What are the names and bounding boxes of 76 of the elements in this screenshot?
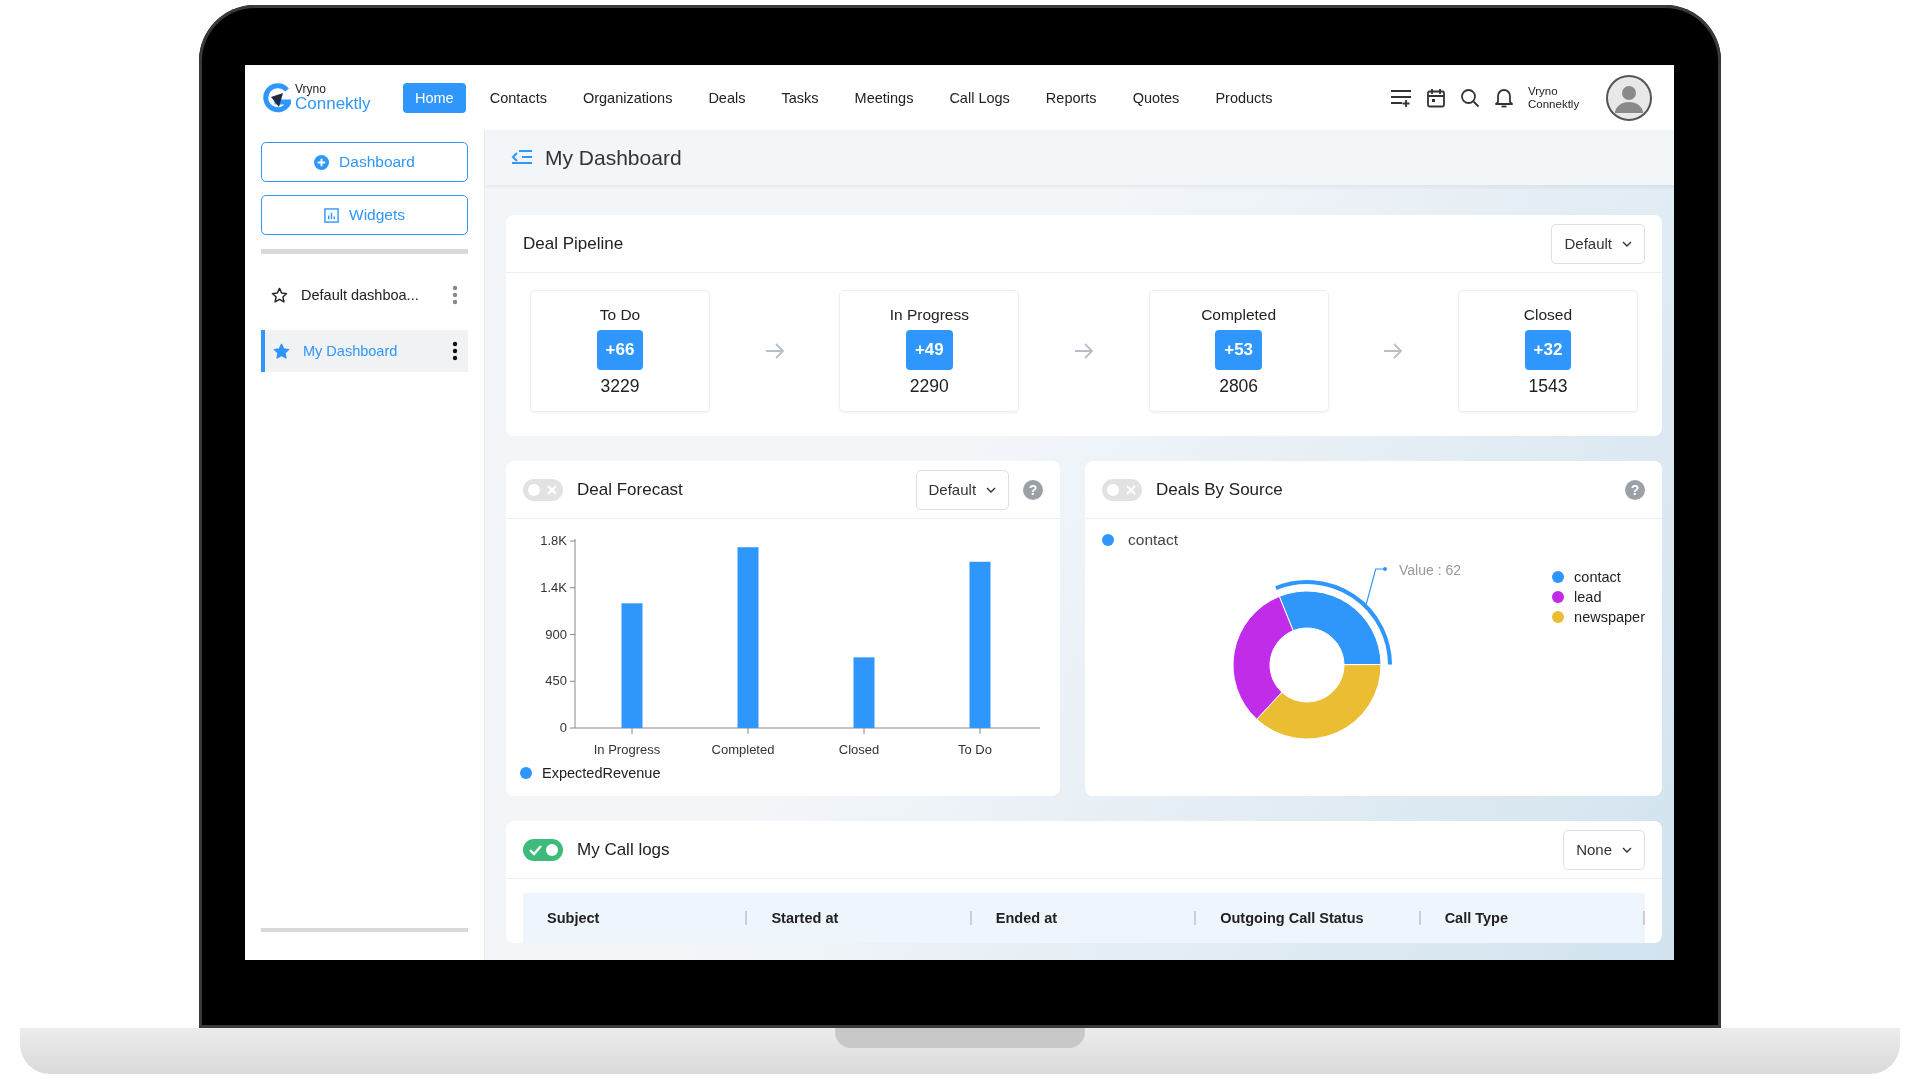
stage-count: 1543 (1528, 375, 1568, 397)
stage-label: To Do (599, 305, 641, 324)
collapse-menu-icon[interactable] (511, 148, 533, 167)
stage-count: 2290 (909, 375, 949, 397)
dropdown[interactable]: Default (915, 469, 1010, 510)
column-header[interactable]: Ended at (971, 911, 1197, 925)
axis-category-label: In Progress (593, 742, 661, 757)
bar-chart-icon (324, 207, 339, 223)
nav-tab[interactable]: Quotes (1120, 82, 1192, 113)
more-options-icon[interactable] (452, 341, 458, 361)
toggle-switch[interactable] (523, 838, 563, 861)
nav-tab[interactable]: Call Logs (937, 82, 1022, 113)
stage-count: 3229 (600, 375, 640, 397)
nav-tab[interactable]: Meetings (842, 82, 926, 113)
brand-name: Vryno (295, 83, 326, 95)
avatar[interactable] (1606, 74, 1652, 121)
value-label: Value : 62 (1399, 562, 1462, 578)
axis-category-label: Completed (711, 742, 775, 757)
axis-tick-label: 450 (545, 673, 567, 689)
dropdown[interactable]: Default (1551, 223, 1645, 264)
stage-delta: +53 (1215, 329, 1263, 370)
column-header[interactable]: Call Type (1420, 911, 1646, 925)
nav-tab[interactable]: Contacts (477, 82, 559, 113)
calendar-icon[interactable] (1426, 87, 1446, 108)
plus-circle-icon (314, 154, 330, 170)
bell-icon[interactable] (1494, 87, 1514, 108)
axis-category-label: Closed (838, 742, 880, 757)
user-name: Vryno Connektly (1528, 84, 1581, 111)
leader-line (1365, 567, 1388, 607)
nav-tab[interactable]: Products (1203, 82, 1285, 113)
list-add-icon[interactable] (1390, 88, 1412, 107)
stage-label: In Progress (889, 305, 969, 324)
toggle-switch[interactable] (1102, 478, 1143, 501)
nav-tab[interactable]: Deals (696, 82, 758, 113)
legend-label[interactable]: lead (1574, 589, 1602, 605)
axis-tick-label: 1.8K (540, 533, 567, 548)
axis-tick-label: 1.4K (540, 579, 567, 595)
arrow-right-icon (1073, 343, 1094, 359)
logo-icon (263, 82, 291, 113)
nav-tab[interactable]: Organizations (570, 82, 685, 113)
star-icon (271, 286, 288, 304)
legend-label[interactable]: contact (1128, 531, 1179, 549)
axis-tick-label: 0 (559, 720, 567, 735)
column-header[interactable]: Outgoing Call Status (1196, 911, 1421, 925)
chevron-down-icon (1622, 846, 1632, 853)
stage-label: Completed (1201, 305, 1277, 324)
chevron-down-icon (1622, 240, 1632, 247)
arrow-right-icon (1383, 343, 1404, 359)
card-title: Deal Forecast (577, 479, 683, 500)
star-icon (273, 342, 290, 360)
card-title: My Call logs (577, 839, 670, 860)
chevron-down-icon (986, 486, 997, 493)
stage-delta: +66 (596, 329, 644, 370)
axis-category-label: To Do (958, 742, 992, 757)
stage-label: Closed (1523, 305, 1573, 324)
nav-tab[interactable]: Reports (1033, 82, 1109, 113)
stage-delta: +32 (1524, 329, 1572, 370)
page-title: My Dashboard (545, 145, 682, 170)
arrow-right-icon (764, 343, 785, 359)
column-header[interactable]: Started at (747, 911, 972, 925)
stage-count: 2806 (1219, 375, 1259, 397)
legend-label[interactable]: contact (1574, 569, 1621, 585)
toggle-switch[interactable] (523, 478, 563, 501)
stage-delta: +49 (905, 329, 953, 370)
card-title: Deal Pipeline (523, 233, 624, 254)
bar (853, 657, 875, 728)
legend-label: ExpectedRevenue (542, 765, 661, 781)
search-icon[interactable] (1460, 87, 1480, 108)
dashboard-list-item[interactable]: Default dashboa... (261, 274, 468, 316)
axis-tick-label: 900 (545, 626, 567, 642)
nav-tab[interactable]: Tasks (769, 82, 831, 113)
card-title: Deals By Source (1156, 479, 1283, 500)
legend-label[interactable]: newspaper (1574, 609, 1645, 625)
brand-name: Connektly (295, 95, 371, 112)
column-header[interactable]: Subject (523, 911, 748, 925)
dropdown[interactable]: None (1563, 829, 1645, 870)
